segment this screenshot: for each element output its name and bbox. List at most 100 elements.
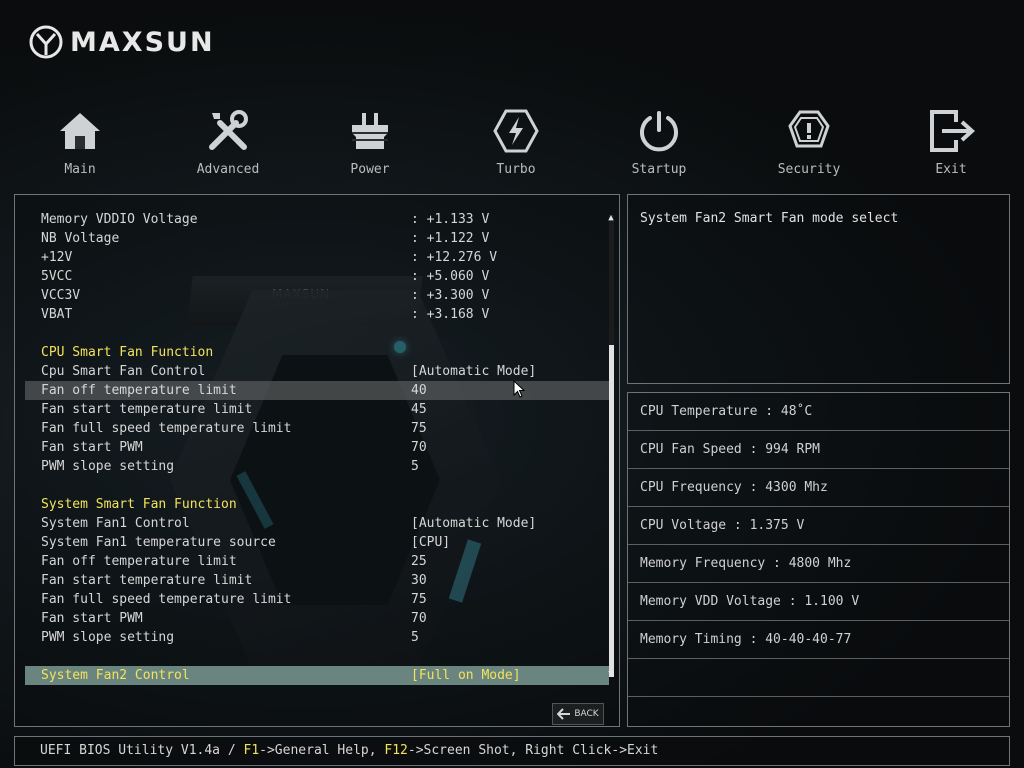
setting-value: 5 bbox=[411, 459, 419, 474]
tab-advanced[interactable]: Advanced bbox=[178, 102, 278, 177]
info-row: CPU Voltage : 1.375 V bbox=[628, 507, 1009, 545]
setting-value: 40 bbox=[411, 383, 427, 398]
setting-row[interactable]: Cpu Smart Fan Control [Automatic Mode] bbox=[25, 362, 609, 381]
setting-value: 75 bbox=[411, 592, 427, 607]
power-button-icon bbox=[640, 111, 678, 152]
setting-label: Fan start PWM bbox=[41, 611, 143, 626]
setting-row: +12V : +12.276 V bbox=[25, 248, 609, 267]
scrollbar-thumb[interactable] bbox=[609, 345, 614, 677]
setting-label: System Fan1 temperature source bbox=[41, 535, 276, 550]
info-row: CPU Temperature : 48˚C bbox=[628, 393, 1009, 431]
info-row: Memory VDD Voltage : 1.100 V bbox=[628, 583, 1009, 621]
setting-value: 30 bbox=[411, 573, 427, 588]
setting-label: Fan full speed temperature limit bbox=[41, 421, 292, 436]
tab-power[interactable]: Power bbox=[320, 102, 420, 177]
scroll-up-arrow-icon[interactable]: ▲ bbox=[605, 213, 617, 223]
setting-value: [Automatic Mode] bbox=[411, 516, 537, 531]
setting-label: Fan off temperature limit bbox=[41, 383, 237, 398]
setting-value: 75 bbox=[411, 421, 427, 436]
help-panel: System Fan2 Smart Fan mode select bbox=[627, 194, 1010, 384]
setting-value: : +1.133 V bbox=[411, 212, 490, 227]
info-row: CPU Frequency : 4300 Mhz bbox=[628, 469, 1009, 507]
footer-text-2: ->Screen Shot, Right Click->Exit bbox=[407, 743, 659, 758]
setting-row[interactable]: System Fan1 Control [Automatic Mode] bbox=[25, 514, 609, 533]
setting-value: 5 bbox=[411, 630, 419, 645]
setting-value: [Full on Mode] bbox=[411, 668, 521, 683]
setting-label: +12V bbox=[41, 250, 73, 265]
setting-value: 25 bbox=[411, 554, 427, 569]
setting-row[interactable]: PWM slope setting 5 bbox=[25, 457, 609, 476]
setting-row[interactable]: Fan start temperature limit 45 bbox=[25, 400, 609, 419]
setting-value: : +1.122 V bbox=[411, 231, 490, 246]
tab-security[interactable]: Security bbox=[759, 102, 859, 177]
setting-label: PWM slope setting bbox=[41, 459, 175, 474]
setting-row[interactable]: Fan full speed temperature limit 75 bbox=[25, 419, 609, 438]
back-button-label: BACK bbox=[574, 709, 599, 719]
setting-row: 5VCC : +5.060 V bbox=[25, 267, 609, 286]
tab-startup[interactable]: Startup bbox=[609, 102, 709, 177]
main-nav: Main Advanced Power Turbo Startup Securi… bbox=[0, 102, 1024, 182]
tab-startup-label: Startup bbox=[631, 162, 687, 177]
brand-name: MAXSUN bbox=[70, 26, 215, 58]
tab-exit[interactable]: Exit bbox=[901, 102, 1001, 177]
setting-label: NB Voltage bbox=[41, 231, 120, 246]
maxsun-logo-icon bbox=[29, 25, 63, 59]
setting-row: VBAT : +3.168 V bbox=[25, 305, 609, 324]
setting-value: 70 bbox=[411, 611, 427, 626]
setting-row[interactable]: Fan full speed temperature limit 75 bbox=[25, 590, 609, 609]
help-text: System Fan2 Smart Fan mode select bbox=[640, 211, 899, 226]
back-button[interactable]: BACK bbox=[552, 703, 604, 725]
setting-label: 5VCC bbox=[41, 269, 73, 284]
setting-label: PWM slope setting bbox=[41, 630, 175, 645]
setting-row[interactable]: PWM slope setting 5 bbox=[25, 628, 609, 647]
setting-label: VBAT bbox=[41, 307, 73, 322]
setting-label: Fan start temperature limit bbox=[41, 402, 253, 417]
setting-row[interactable]: Fan off temperature limit 25 bbox=[25, 552, 609, 571]
tab-main[interactable]: Main bbox=[30, 102, 130, 177]
setting-value: 45 bbox=[411, 402, 427, 417]
tab-turbo[interactable]: Turbo bbox=[466, 102, 566, 177]
system-info-panel: CPU Temperature : 48˚C CPU Fan Speed : 9… bbox=[627, 392, 1010, 727]
setting-label: Fan full speed temperature limit bbox=[41, 592, 292, 607]
lightning-icon bbox=[493, 109, 539, 153]
status-bar: UEFI BIOS Utility V1.4a / F1->General He… bbox=[14, 736, 1010, 766]
setting-row[interactable]: System Fan1 temperature source [CPU] bbox=[25, 533, 609, 552]
info-row bbox=[628, 659, 1009, 697]
tools-icon bbox=[209, 110, 248, 150]
exit-icon bbox=[930, 110, 975, 152]
section-title: CPU Smart Fan Function bbox=[41, 345, 214, 360]
footer-prefix: UEFI BIOS Utility V1.4a / bbox=[40, 743, 244, 758]
brand-logo: MAXSUN bbox=[28, 24, 215, 60]
setting-label: Fan start temperature limit bbox=[41, 573, 253, 588]
setting-label: System Fan1 Control bbox=[41, 516, 190, 531]
footer-key-f1: F1 bbox=[243, 743, 260, 758]
settings-panel: Memory VDDIO Voltage: +1.133 V NB Voltag… bbox=[14, 194, 620, 727]
footer-text-1: ->General Help, bbox=[259, 743, 385, 758]
info-row: Memory Timing : 40-40-40-77 bbox=[628, 621, 1009, 659]
setting-label: Fan start PWM bbox=[41, 440, 143, 455]
setting-row: NB Voltage : +1.122 V bbox=[25, 229, 609, 248]
home-icon bbox=[60, 113, 100, 149]
setting-row: Memory VDDIO Voltage: +1.133 V bbox=[25, 210, 609, 229]
setting-label: Fan off temperature limit bbox=[41, 554, 237, 569]
section-header-system-fan: System Smart Fan Function bbox=[25, 495, 609, 514]
back-arrow-icon bbox=[557, 708, 571, 720]
setting-value: [CPU] bbox=[411, 535, 451, 550]
tab-exit-label: Exit bbox=[935, 162, 967, 177]
tab-security-label: Security bbox=[777, 162, 841, 177]
info-row: Memory Frequency : 4800 Mhz bbox=[628, 545, 1009, 583]
setting-value: : +3.168 V bbox=[411, 307, 490, 322]
setting-row[interactable]: Fan start temperature limit 30 bbox=[25, 571, 609, 590]
scroll-down-arrow-icon[interactable]: ▼ bbox=[605, 669, 617, 679]
info-row: CPU Fan Speed : 994 RPM bbox=[628, 431, 1009, 469]
setting-row[interactable]: Fan start PWM 70 bbox=[25, 438, 609, 457]
mouse-cursor-icon bbox=[513, 380, 525, 398]
setting-label: Cpu Smart Fan Control bbox=[41, 364, 206, 379]
setting-value: : +12.276 V bbox=[411, 250, 498, 265]
tab-main-label: Main bbox=[64, 162, 96, 177]
setting-row-selected[interactable]: System Fan2 Control [Full on Mode] bbox=[25, 666, 609, 685]
setting-row[interactable]: Fan start PWM 70 bbox=[25, 609, 609, 628]
tab-advanced-label: Advanced bbox=[196, 162, 260, 177]
section-header-cpu-fan: CPU Smart Fan Function bbox=[25, 343, 609, 362]
setting-value: : +5.060 V bbox=[411, 269, 490, 284]
